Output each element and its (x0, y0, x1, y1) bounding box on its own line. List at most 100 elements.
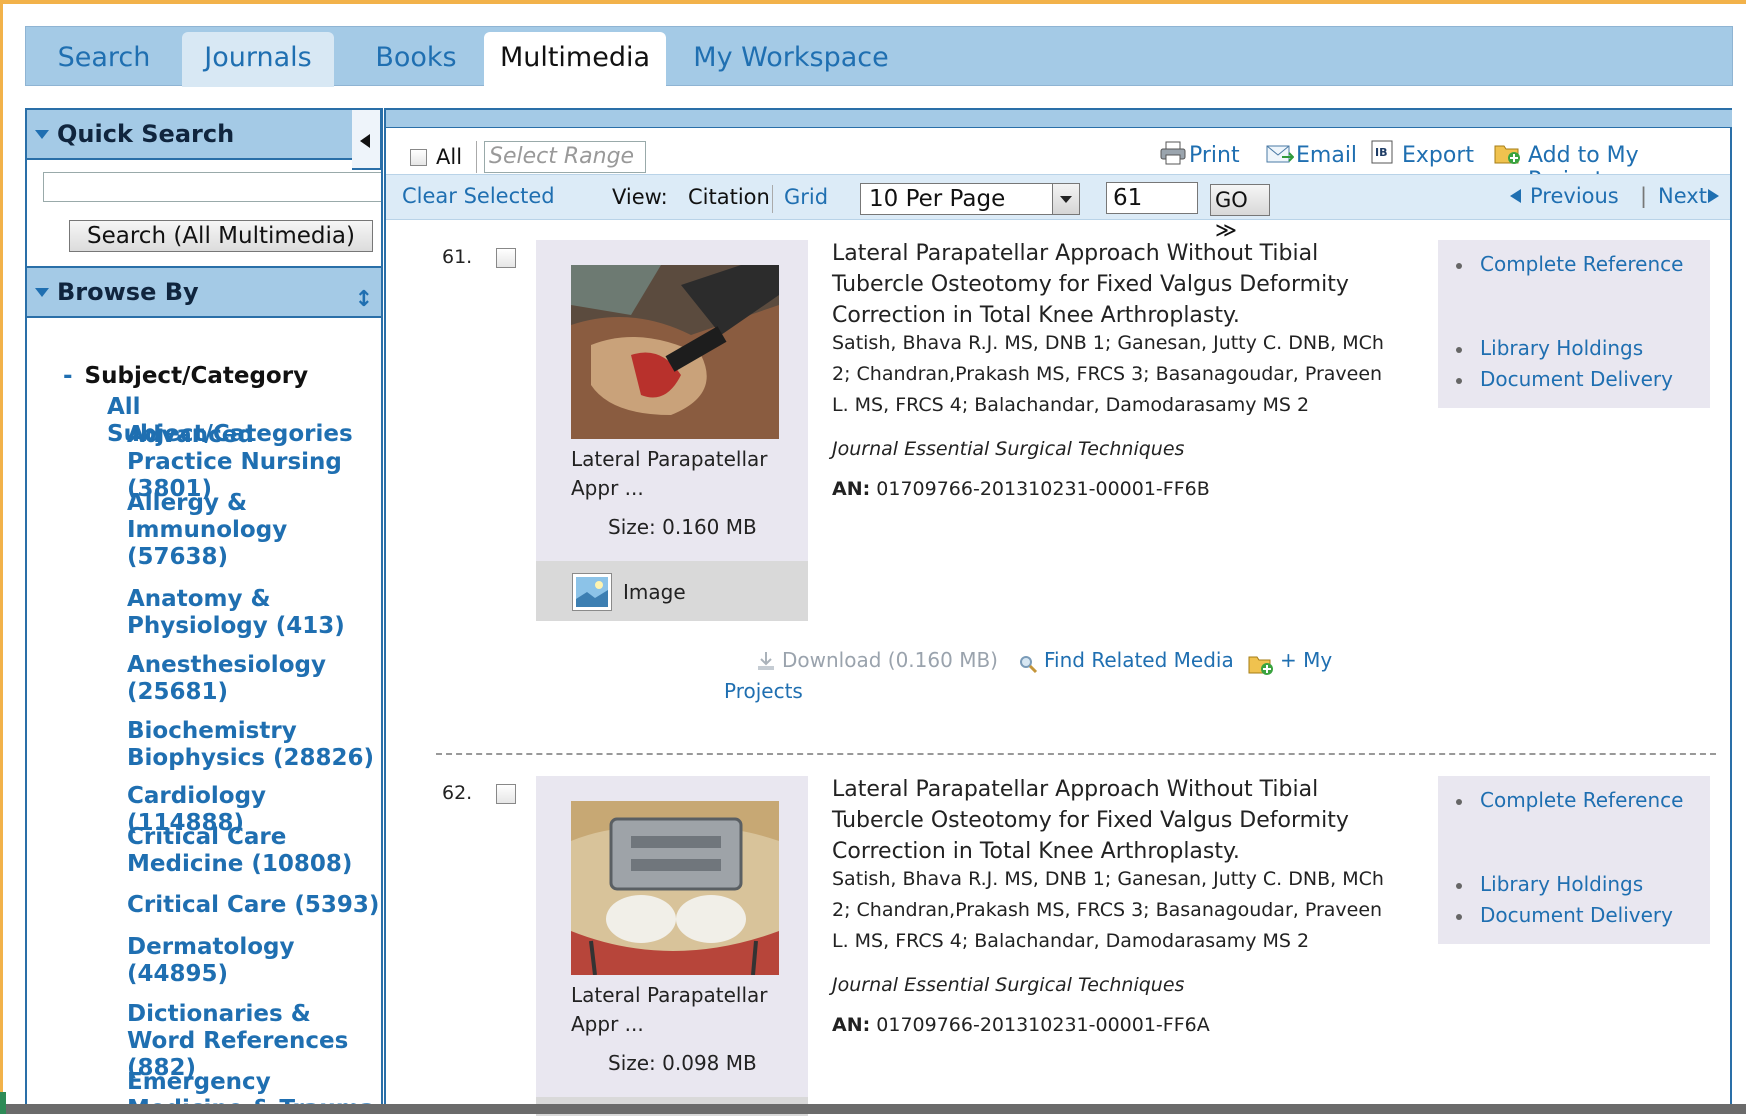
library-holdings-link[interactable]: Library Holdings (1456, 336, 1643, 360)
quick-search-title: Quick Search (57, 120, 235, 148)
record-authors: Satish, Bhava R.J. MS, DNB 1; Ganesan, J… (832, 868, 1384, 952)
document-delivery-link[interactable]: Document Delivery (1456, 903, 1673, 927)
quick-search-header[interactable]: Quick Search (27, 108, 381, 160)
window-edge-accent (0, 1092, 6, 1114)
media-thumbnail-card: Lateral Parapatellar Appr ... Size: 0.16… (536, 240, 808, 621)
go-button[interactable]: GO ≫ (1210, 184, 1270, 242)
document-delivery-link[interactable]: Document Delivery (1456, 367, 1673, 391)
expand-triangle-icon (35, 288, 49, 297)
link-label: Document Delivery (1480, 367, 1673, 391)
export-icon: IB (1371, 140, 1393, 164)
record-title[interactable]: Lateral Parapatellar Approach Without Ti… (832, 774, 1372, 867)
previous-link[interactable]: Previous (1530, 184, 1619, 208)
library-holdings-link[interactable]: Library Holdings (1456, 872, 1643, 896)
media-type-label: Image (623, 580, 686, 604)
per-page-select[interactable]: 10 Per Page (860, 183, 1080, 215)
pager-separator: | (1640, 184, 1648, 208)
add-to-my-projects-link-wrap[interactable]: Projects (724, 679, 803, 703)
export-link[interactable]: Export (1402, 143, 1474, 168)
category-item[interactable]: Anatomy & Physiology (413) (127, 586, 357, 640)
category-item[interactable]: Critical Care Medicine (10808) (127, 824, 367, 878)
window-frame-left (0, 0, 3, 1114)
complete-reference-link[interactable]: Complete Reference (1456, 788, 1683, 812)
chevron-down-icon[interactable] (1052, 184, 1079, 214)
record-checkbox[interactable] (496, 248, 516, 268)
bullet-icon (1456, 913, 1462, 920)
media-type-bar: Image (536, 561, 808, 621)
results-toolbar: All Select Range Print Email IB Export A… (386, 129, 1730, 193)
record-checkbox[interactable] (496, 784, 516, 804)
surgery-thumbnail-image[interactable] (571, 265, 779, 439)
collapse-left-arrow-icon (360, 134, 370, 148)
collapse-toggle[interactable]: - (63, 363, 73, 389)
horizontal-scrollbar[interactable] (0, 1104, 1746, 1114)
media-thumbnail-card: Lateral Parapatellar Appr ... Size: 0.09… (536, 776, 808, 1116)
sidebar: Quick Search Search (All Multimedia) Bro… (25, 108, 383, 1108)
tab-journals[interactable]: Journals (182, 32, 334, 87)
main-tab-bar: Search Journals Books Multimedia My Work… (25, 26, 1733, 87)
media-size: Size: 0.160 MB (608, 515, 757, 539)
tab-search[interactable]: Search (34, 32, 174, 87)
link-label: Complete Reference (1480, 788, 1684, 812)
page-number-input[interactable]: 61 (1106, 182, 1198, 214)
search-all-multimedia-button[interactable]: Search (All Multimedia) (69, 220, 373, 252)
category-item[interactable]: Dermatology (44895) (127, 934, 347, 988)
media-size: Size: 0.098 MB (608, 1051, 757, 1075)
an-label: AN: (832, 478, 871, 500)
resize-vertical-icon[interactable]: ↕ (355, 276, 373, 324)
email-link[interactable]: Email (1296, 143, 1357, 168)
tab-multimedia[interactable]: Multimedia (484, 32, 666, 87)
record-links-box: Complete Reference Library Holdings Docu… (1438, 776, 1710, 944)
toolbar-divider (476, 141, 477, 173)
bullet-icon (1456, 262, 1462, 269)
next-link[interactable]: Next (1658, 184, 1707, 208)
download-link-disabled: Download (0.160 MB) (782, 648, 998, 672)
browse-by-header[interactable]: Browse By ↕ (27, 266, 381, 318)
surgery-thumbnail-image[interactable] (571, 801, 779, 975)
select-all-checkbox[interactable] (410, 149, 427, 166)
an-value: 01709766-201310231-00001-FF6A (876, 1014, 1210, 1036)
view-divider (772, 185, 773, 213)
tab-my-workspace[interactable]: My Workspace (686, 32, 896, 87)
add-to-projects-folder-icon (1248, 656, 1273, 675)
record-links-box: Complete Reference Library Holdings Docu… (1438, 240, 1710, 408)
find-related-media-link[interactable]: Find Related Media (1044, 648, 1234, 672)
record-title[interactable]: Lateral Parapatellar Approach Without Ti… (832, 238, 1372, 331)
bullet-icon (1456, 346, 1462, 353)
clear-selected-link[interactable]: Clear Selected (402, 184, 555, 208)
quick-search-input[interactable] (43, 172, 381, 202)
category-item[interactable]: Emergency Medicine & Trauma (16054) (127, 1069, 381, 1106)
category-item[interactable]: Anesthesiology (25681) (127, 652, 357, 706)
image-type-icon[interactable] (572, 573, 612, 611)
add-to-my-projects-link[interactable]: + My (1280, 648, 1332, 672)
email-icon (1266, 145, 1294, 163)
complete-reference-link[interactable]: Complete Reference (1456, 252, 1683, 276)
thumbnail-caption: Appr ... (571, 1012, 644, 1036)
subject-category-heading[interactable]: - Subject/Category (63, 363, 308, 389)
select-range-input[interactable]: Select Range (484, 141, 646, 173)
record-number: 61. (442, 246, 473, 268)
bullet-icon (1456, 882, 1462, 889)
bullet-icon (1456, 377, 1462, 384)
view-citation-option[interactable]: Citation (688, 185, 770, 209)
link-label: Library Holdings (1480, 336, 1644, 360)
previous-arrow-icon (1510, 189, 1521, 203)
record-authors: Satish, Bhava R.J. MS, DNB 1; Ganesan, J… (832, 332, 1384, 416)
window-frame-top (0, 0, 1746, 4)
tab-books[interactable]: Books (346, 32, 486, 87)
thumbnail-caption: Appr ... (571, 476, 644, 500)
record-accession-number: AN: 01709766-201310231-00001-FF6A (832, 1014, 1210, 1036)
add-to-projects-folder-icon (1494, 145, 1520, 164)
collapse-sidebar-button[interactable] (352, 108, 382, 170)
category-item[interactable]: Allergy & Immunology (57638) (127, 490, 317, 571)
link-label: Document Delivery (1480, 903, 1673, 927)
record-journal: Journal Essential Surgical Techniques (832, 438, 1185, 460)
record-journal: Journal Essential Surgical Techniques (832, 974, 1185, 996)
print-link[interactable]: Print (1189, 143, 1240, 168)
next-arrow-icon (1708, 189, 1719, 203)
view-label: View: (612, 185, 668, 209)
view-grid-option[interactable]: Grid (784, 185, 828, 209)
results-panel-header (386, 110, 1732, 128)
category-item[interactable]: Critical Care (5393) (127, 892, 381, 919)
category-item[interactable]: Biochemistry Biophysics (28826) (127, 718, 377, 772)
